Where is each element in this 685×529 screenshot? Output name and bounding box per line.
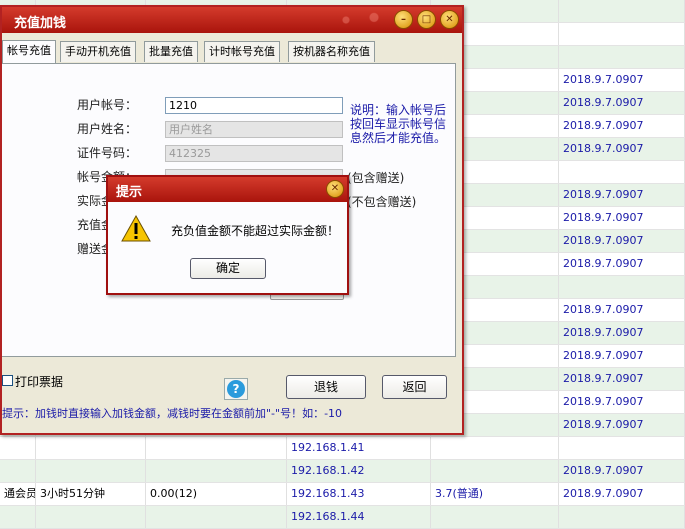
table-row[interactable]: 192.168.1.44 [0,506,685,529]
table-cell [36,506,146,528]
message-dialog: 提示 ✕ 充负值金额不能超过实际金额！ 确定 [106,175,349,295]
excl-gift-note: (不包含赠送) [347,195,417,209]
dialog-titlebar[interactable]: 提示 ✕ [108,177,347,202]
table-cell: 2018.9.7.0907 [559,345,685,367]
account-label: 用户帐号： [77,98,138,112]
table-cell: 2018.9.7.0907 [559,184,685,206]
table-cell [559,161,685,183]
table-cell: 3小时51分钟 [36,483,146,505]
table-cell [36,437,146,459]
tab-machine-name-recharge[interactable]: 按机器名称充值 [288,41,375,62]
table-cell: 2018.9.7.0907 [559,391,685,413]
table-cell: 192.168.1.41 [287,437,431,459]
dialog-title: 提示 [116,185,143,200]
minimize-button[interactable]: – [394,10,413,29]
table-cell [146,506,287,528]
account-input[interactable]: 1210 [165,97,343,114]
window-title: 充值加钱 [14,16,67,31]
back-button[interactable]: 返回 [382,375,447,399]
table-cell [36,460,146,482]
table-cell [0,506,36,528]
table-cell [146,437,287,459]
id-label: 证件号码： [77,146,138,160]
table-row[interactable]: 192.168.1.41 [0,437,685,460]
window-titlebar[interactable]: 充值加钱 – □ ✕ [2,7,462,33]
tab-timed-account-recharge[interactable]: 计时帐号充值 [204,41,280,62]
dialog-message: 充负值金额不能超过实际金额！ [171,224,340,238]
help-button[interactable]: ? [224,378,248,400]
tab-batch-recharge[interactable]: 批量充值 [144,41,198,62]
table-cell [559,276,685,298]
table-cell: 2018.9.7.0907 [559,322,685,344]
dialog-close-button[interactable]: ✕ [326,180,344,198]
table-cell: 2018.9.7.0907 [559,207,685,229]
table-cell: 2018.9.7.0907 [559,299,685,321]
table-cell [431,506,559,528]
table-cell: 2018.9.7.0907 [559,368,685,390]
dialog-body: 充负值金额不能超过实际金额！ 确定 [108,202,347,293]
table-cell: 2018.9.7.0907 [559,69,685,91]
table-row[interactable]: 192.168.1.42 2018.9.7.0907 [0,460,685,483]
ok-button[interactable]: 确定 [190,258,266,279]
print-receipt-checkbox[interactable] [2,375,13,386]
table-cell: 2018.9.7.0907 [559,460,685,482]
refund-button[interactable]: 退钱 [286,375,366,399]
table-cell: 2018.9.7.0907 [559,115,685,137]
table-cell: 192.168.1.42 [287,460,431,482]
table-cell: 2018.9.7.0907 [559,483,685,505]
id-field: 412325 [165,145,343,162]
table-cell [146,460,287,482]
table-cell [431,460,559,482]
table-cell [559,437,685,459]
print-receipt-label: 打印票据 [15,375,64,389]
help-icon: ? [227,380,245,398]
name-label: 用户姓名： [77,122,138,136]
table-cell [559,23,685,45]
table-cell [559,506,685,528]
table-cell: 2018.9.7.0907 [559,92,685,114]
table-cell: 192.168.1.44 [287,506,431,528]
table-cell: 通会员 [0,483,36,505]
tab-account-recharge[interactable]: 帐号充值 [2,40,56,63]
tab-bar: 帐号充值 手动开机充值 批量充值 计时帐号充值 按机器名称充值 [2,40,462,63]
table-cell: 2018.9.7.0907 [559,253,685,275]
close-button[interactable]: ✕ [440,10,459,29]
table-cell: 3.7(普通) [431,483,559,505]
table-row[interactable]: 通会员 3小时51分钟 0.00(12) 192.168.1.43 3.7(普通) 201… [0,483,685,506]
table-cell [559,46,685,68]
table-cell: 2018.9.7.0907 [559,414,685,436]
table-cell: 192.168.1.43 [287,483,431,505]
table-cell: 2018.9.7.0907 [559,230,685,252]
name-field: 用户姓名 [165,121,343,138]
hint-text: 提示：加钱时直接输入加钱金额，减钱时要在金额前加"-"号！如：-10 [2,407,343,420]
table-cell [559,0,685,22]
account-notice: 说明：输入帐号后按回车显示帐号信息然后才能充值。 [350,103,447,145]
maximize-button[interactable]: □ [417,10,436,29]
table-cell [0,437,36,459]
cloud-pattern-decoration [332,7,402,33]
tab-manual-boot-recharge[interactable]: 手动开机充值 [60,41,136,62]
warning-icon [121,214,151,242]
table-cell: 2018.9.7.0907 [559,138,685,160]
table-cell [0,460,36,482]
table-cell: 0.00(12) [146,483,287,505]
incl-gift-note: (包含赠送) [347,171,405,185]
table-cell [431,437,559,459]
